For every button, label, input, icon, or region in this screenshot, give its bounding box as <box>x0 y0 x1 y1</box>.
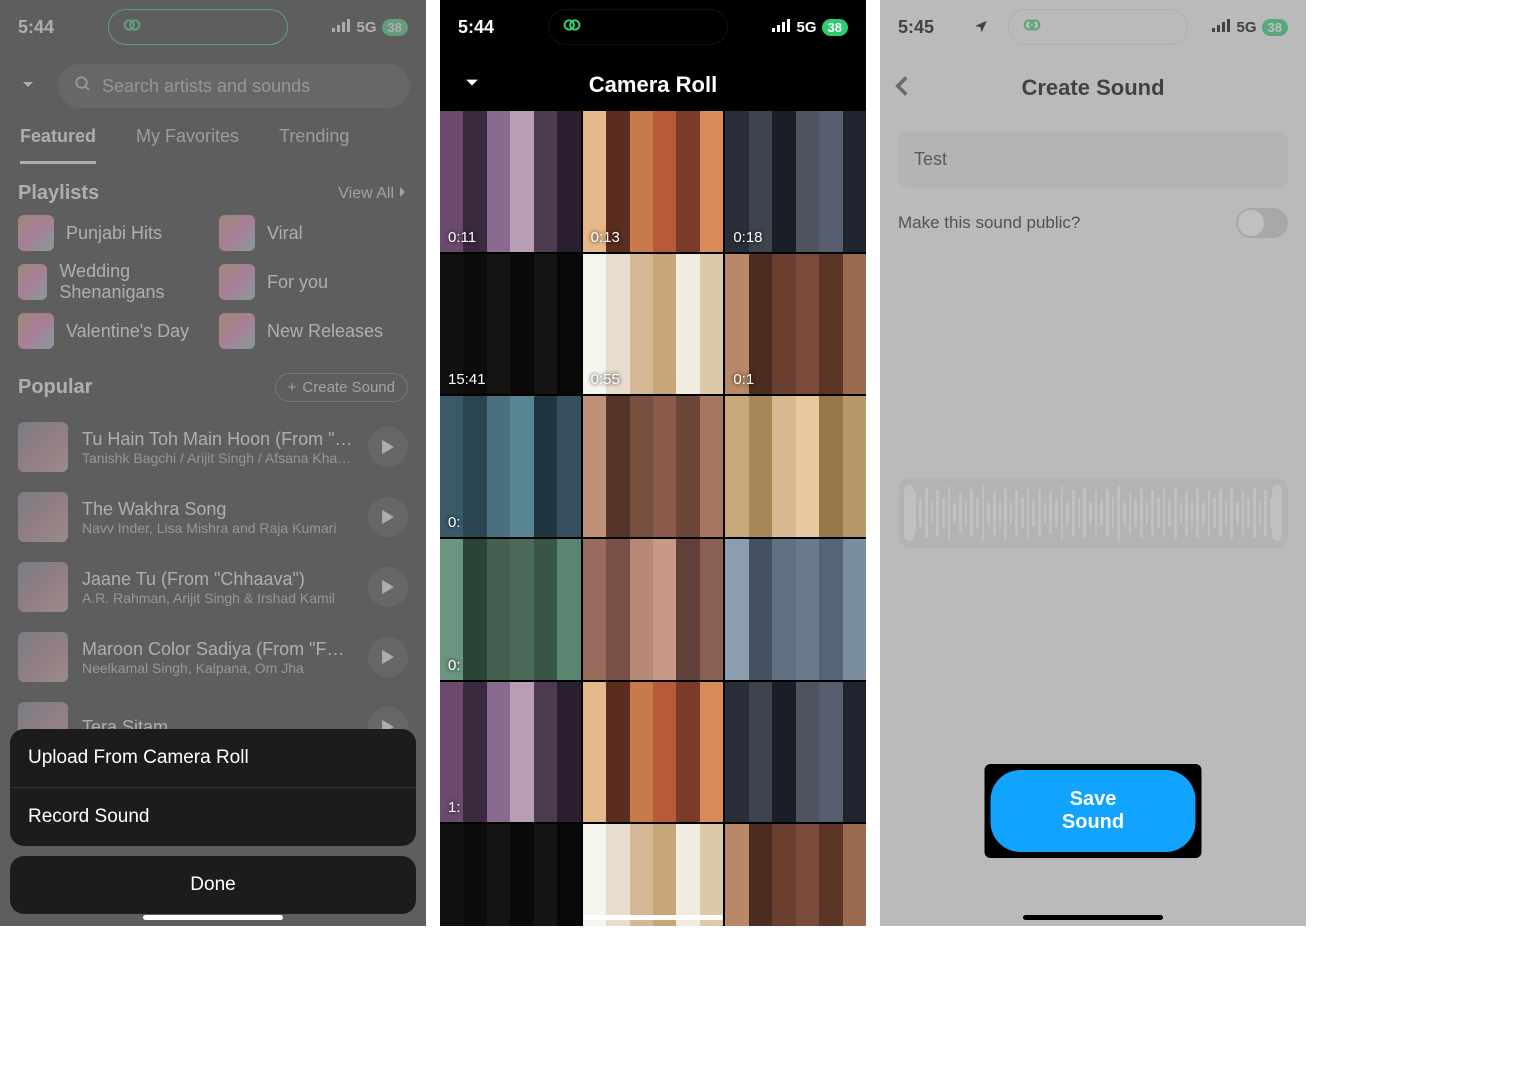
record-sound[interactable]: Record Sound <box>10 788 416 846</box>
camera-roll-thumb[interactable]: 0:1 <box>725 254 866 395</box>
thumb-duration: 0: <box>448 514 461 531</box>
thumb-duration: 1: <box>448 799 461 816</box>
action-sheet-options: Upload From Camera Roll Record Sound <box>10 729 416 846</box>
camera-roll-thumb[interactable] <box>725 682 866 823</box>
thumb-duration: 0:55 <box>591 371 620 388</box>
camera-roll-thumb[interactable]: 0: <box>440 539 581 680</box>
camera-roll-thumb[interactable] <box>725 539 866 680</box>
signal-icon <box>772 18 792 36</box>
camera-roll-thumb[interactable]: 0: <box>440 396 581 537</box>
camera-roll-thumb[interactable] <box>583 539 724 680</box>
thumb-duration: 15:41 <box>448 371 486 388</box>
home-indicator[interactable] <box>583 915 723 920</box>
camera-roll-thumb[interactable]: 0:13 <box>583 111 724 252</box>
link-icon <box>561 14 583 41</box>
camera-roll-thumb[interactable] <box>725 824 866 926</box>
camera-roll-grid[interactable]: 0:11 0:13 0:18 15:41 0:55 0:1 0: 0: 1: <box>440 111 866 926</box>
thumb-duration: 0:1 <box>733 371 754 388</box>
camera-roll-thumb[interactable] <box>583 824 724 926</box>
status-time: 5:44 <box>458 17 538 38</box>
home-indicator[interactable] <box>143 915 283 920</box>
status-right: 5G 38 <box>772 18 848 36</box>
network-label: 5G <box>797 19 817 36</box>
screen-create-sound: 5:45 5G 38 Create Sound Test <box>880 0 1306 926</box>
camera-roll-thumb[interactable]: 1: <box>440 682 581 823</box>
camera-roll-thumb[interactable] <box>583 682 724 823</box>
camera-roll-thumb[interactable]: 0:18 <box>725 111 866 252</box>
thumb-duration: 0:11 <box>448 229 476 246</box>
thumb-duration: 0:13 <box>591 229 620 246</box>
camera-roll-thumb[interactable] <box>725 396 866 537</box>
screen-sounds: 5:44 5G 38 Search artists and sounds <box>0 0 426 926</box>
camera-roll-header: Camera Roll <box>440 54 866 111</box>
dynamic-island <box>548 9 728 45</box>
camera-roll-thumb[interactable]: 0:55 <box>583 254 724 395</box>
status-bar: 5:44 5G 38 <box>440 0 866 54</box>
screen-camera-roll: 5:44 5G 38 Camera Roll 0:11 0:13 0:18 15:41… <box>440 0 866 926</box>
thumb-duration: 0:18 <box>733 229 762 246</box>
camera-roll-thumb[interactable] <box>440 824 581 926</box>
camera-roll-thumb[interactable]: 15:41 <box>440 254 581 395</box>
save-sound-button[interactable]: Save Sound <box>991 770 1196 852</box>
save-highlight: Save Sound <box>987 766 1200 856</box>
battery-badge: 38 <box>822 19 848 36</box>
camera-roll-title: Camera Roll <box>458 72 848 98</box>
thumb-duration: 0: <box>448 657 461 674</box>
done-button[interactable]: Done <box>10 856 416 914</box>
camera-roll-thumb[interactable]: 0:11 <box>440 111 581 252</box>
home-indicator[interactable] <box>1023 915 1163 920</box>
action-sheet: Upload From Camera Roll Record Sound Don… <box>10 729 416 914</box>
upload-from-camera-roll[interactable]: Upload From Camera Roll <box>10 729 416 788</box>
camera-roll-thumb[interactable] <box>583 396 724 537</box>
